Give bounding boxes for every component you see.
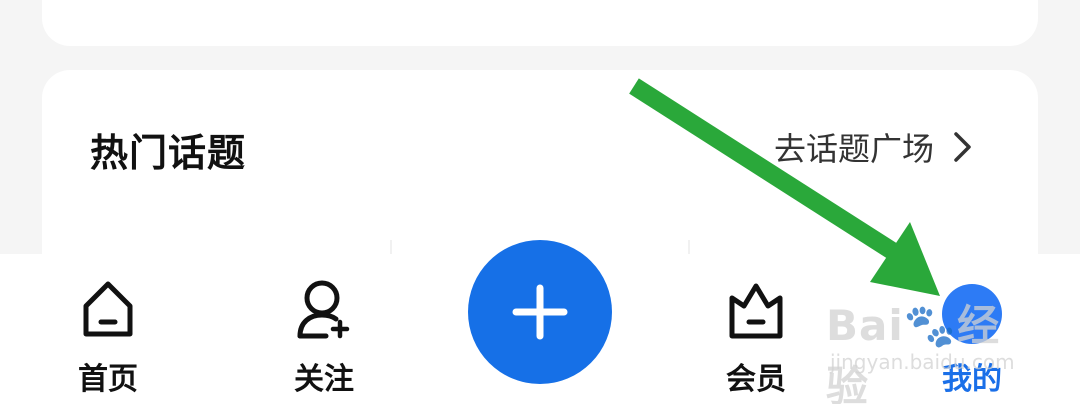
go-topic-square-label: 去话题广场 bbox=[773, 130, 934, 168]
tab-home-label: 首页 bbox=[78, 362, 138, 397]
app-screen: 热门话题 去话题广场 首页 关注 会员 我的 Bai🐾经验 jingyan.ba… bbox=[0, 0, 1080, 404]
tab-home[interactable]: 首页 bbox=[48, 278, 168, 398]
watermark-site: jingyan.baidu.com bbox=[830, 350, 1015, 374]
hot-topics-title: 热门话题 bbox=[90, 131, 247, 175]
tab-membership-label: 会员 bbox=[726, 362, 786, 397]
add-friend-icon bbox=[297, 280, 350, 339]
previous-card bbox=[42, 0, 1038, 46]
baidu-jingyan-watermark: Bai🐾经验 jingyan.baidu.com bbox=[826, 292, 1026, 404]
home-icon bbox=[83, 281, 133, 337]
create-post-button[interactable] bbox=[468, 240, 612, 384]
tab-follow[interactable]: 关注 bbox=[264, 278, 384, 398]
tab-follow-label: 关注 bbox=[294, 362, 354, 397]
plus-icon bbox=[512, 284, 568, 340]
chevron-right-icon bbox=[954, 132, 971, 162]
tab-membership[interactable]: 会员 bbox=[696, 278, 816, 398]
crown-icon bbox=[729, 283, 783, 339]
watermark-brand-text: Bai bbox=[826, 301, 904, 350]
paw-icon: 🐾 bbox=[903, 301, 958, 350]
watermark-brand: Bai🐾经验 bbox=[826, 292, 1026, 404]
go-topic-square-link[interactable]: 去话题广场 bbox=[774, 124, 974, 170]
